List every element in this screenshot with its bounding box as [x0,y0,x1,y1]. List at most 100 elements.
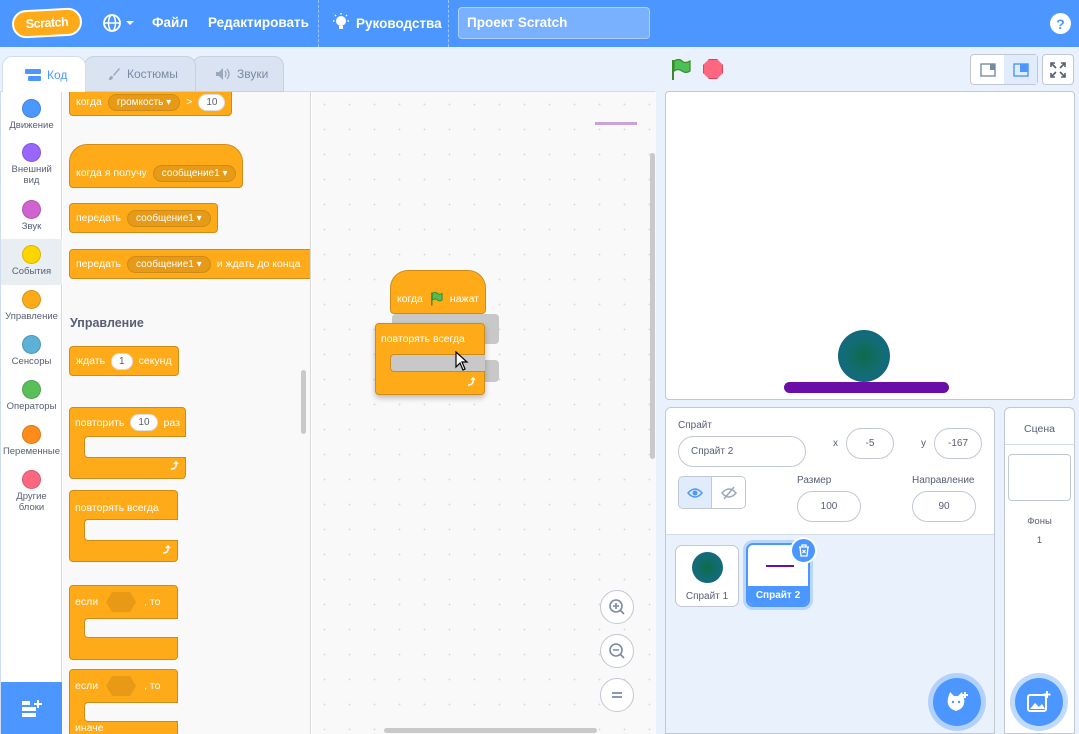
hide-button[interactable] [712,477,745,508]
block-text: нажат [449,293,479,305]
category-looks[interactable]: Внешний вид [1,143,62,186]
block-text: , то [144,680,161,692]
category-dot-icon [22,425,41,444]
trash-icon [798,544,809,557]
block-text: повторять всегда [381,333,465,345]
zoom-in-button[interactable] [600,590,634,624]
zoom-out-button[interactable] [600,634,634,668]
c-block-mouth [390,354,485,372]
tab-code[interactable]: Код [2,56,86,92]
sprite-thumb-1[interactable]: Спрайт 1 [675,545,739,607]
small-stage-icon [979,62,996,77]
tab-costumes[interactable]: Костюмы [84,56,196,92]
sprite-ball[interactable] [838,330,890,382]
category-my-blocks[interactable]: Другие блоки [1,470,62,513]
category-motion[interactable]: Движение [1,99,62,132]
direction-label: Направление [912,475,975,486]
category-menu: Движение Внешний вид Звук События Управл… [1,92,62,734]
workspace-vertical-scrollbar[interactable] [650,153,655,459]
x-label: x [833,438,838,449]
x-input[interactable]: -5 [846,428,894,459]
zoom-in-icon [609,599,625,615]
script-workspace[interactable]: когда нажат повторять всегда [312,92,656,734]
block-when-flag-clicked[interactable]: когда нажат [390,270,486,314]
small-stage-button[interactable] [971,55,1004,84]
workspace-horizontal-scrollbar[interactable] [384,728,597,733]
visibility-toggle [678,476,746,509]
language-menu[interactable] [102,12,135,34]
category-variables[interactable]: Переменные [1,425,62,458]
edit-menu[interactable]: Редактировать [208,15,309,30]
workspace-mini-bar [595,122,637,125]
size-input[interactable]: 100 [797,491,861,522]
message-dropdown[interactable]: сообщение1 [127,255,211,273]
block-text: раз [163,416,180,429]
tab-code-label: Код [47,67,68,82]
menu-divider [318,0,319,47]
backdrops-count: 1 [1036,535,1043,546]
message-dropdown[interactable]: сообщение1 [152,164,237,182]
tab-costumes-label: Костюмы [127,67,178,81]
add-extension-button[interactable] [1,682,62,734]
condition-slot[interactable] [106,592,137,612]
category-sensing[interactable]: Сенсоры [1,335,62,368]
globe-icon [103,14,121,32]
category-dot-icon [22,290,41,309]
block-text: , то [144,596,161,608]
large-stage-button[interactable] [1004,55,1037,84]
message-dropdown[interactable]: сообщение1 [127,209,211,227]
loop-arrow-icon [162,545,171,554]
condition-slot[interactable] [106,676,137,696]
tutorials-menu[interactable]: Руководства [332,13,442,33]
category-label: Управление [5,311,58,322]
block-value-input[interactable]: 10 [130,414,158,431]
loop-arrow-icon [170,461,179,470]
stop-button[interactable] [703,59,723,79]
stage-canvas[interactable] [665,91,1075,400]
block-value-input[interactable]: 10 [198,93,226,111]
category-dot-icon [22,245,41,264]
category-label: Операторы [6,401,57,412]
menu-bar: Scratch Файл Редактировать Руководства П… [0,0,1079,47]
sprite-name-input[interactable]: Спрайт 2 [678,436,806,467]
fullscreen-button[interactable] [1042,54,1074,85]
if-header: если , то [75,592,160,612]
section-title-control: Управление [70,316,144,330]
block-broadcast[interactable]: передать сообщение1 [69,203,218,233]
backdrops-label: Фоны [1027,516,1052,527]
category-sound[interactable]: Звук [1,200,62,233]
block-when-i-receive[interactable]: когда я получу сообщение1 [69,144,244,188]
block-broadcast-and-wait[interactable]: передать сообщение1 и ждать до конца [69,249,310,279]
block-text: если [75,596,99,608]
category-control[interactable]: Управление [1,290,62,323]
block-value-input[interactable]: 1 [111,352,133,370]
add-sprite-button[interactable] [933,678,981,726]
stage-thumbnail[interactable] [1008,454,1071,501]
block-wait[interactable]: ждать 1 секунд [69,346,179,376]
eye-icon [687,487,703,498]
category-label: Движение [9,120,54,131]
green-flag-button[interactable] [669,58,693,82]
block-text: и ждать до конца [216,258,301,270]
category-operators[interactable]: Операторы [1,380,62,413]
palette-scrollbar[interactable] [301,370,306,434]
add-backdrop-button[interactable] [1015,678,1063,726]
file-menu[interactable]: Файл [152,15,188,30]
loudness-dropdown[interactable]: громкость [107,93,181,111]
block-text: передать [76,258,121,270]
sprite-paddle[interactable] [784,382,949,393]
block-when-loudness[interactable]: когда громкость > 10 [69,92,233,116]
y-label: y [921,438,926,449]
block-text: секунд [138,355,172,367]
project-title-input[interactable]: Проект Scratch [458,7,650,39]
block-text: повторять всегда [75,502,159,514]
zoom-reset-button[interactable] [600,678,634,712]
show-button[interactable] [679,477,713,508]
scratch-logo[interactable]: Scratch [11,7,83,39]
direction-input[interactable]: 90 [912,491,976,522]
tab-sounds[interactable]: Звуки [192,56,284,92]
y-input[interactable]: -167 [934,428,982,459]
category-events[interactable]: События [1,239,62,285]
help-button[interactable]: ? [1050,13,1071,34]
delete-sprite-button[interactable] [790,537,817,564]
